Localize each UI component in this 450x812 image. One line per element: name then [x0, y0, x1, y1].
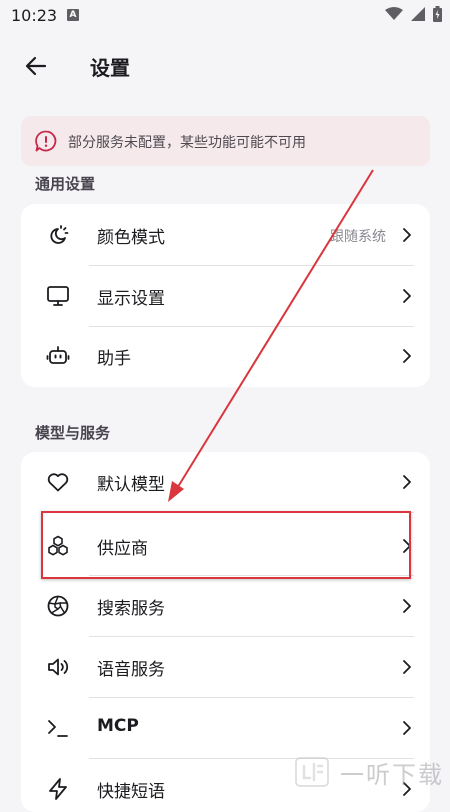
- theme-mode-icon: [50, 225, 69, 244]
- robot-icon: [46, 346, 70, 364]
- search-service-label: 搜索服务: [97, 599, 165, 619]
- chevron-right-icon: [403, 660, 411, 674]
- chevron-right-icon: [403, 289, 411, 303]
- terminal-icon: [48, 720, 68, 737]
- watermark-logo-icon: [295, 757, 329, 787]
- color-mode-value: 跟随系统: [330, 229, 386, 245]
- heart-icon: [47, 473, 69, 492]
- warning-text: 部分服务未配置，某些功能可能不可用: [68, 135, 306, 151]
- quick-phrases-label: 快捷短语: [97, 782, 165, 802]
- mcp-item[interactable]: MCP: [21, 698, 430, 758]
- annotation-highlight-box: [41, 511, 411, 579]
- chevron-right-icon: [403, 475, 411, 489]
- search-service-item[interactable]: 搜索服务: [21, 576, 430, 636]
- general-settings-card: 颜色模式 跟随系统 显示设置 助手: [21, 204, 430, 387]
- default-model-label: 默认模型: [97, 475, 165, 495]
- chevron-right-icon: [403, 228, 411, 242]
- voice-service-label: 语音服务: [97, 660, 165, 680]
- display-settings-label: 显示设置: [97, 289, 165, 309]
- display-settings-item[interactable]: 显示设置: [21, 266, 430, 326]
- mcp-label: MCP: [97, 716, 139, 736]
- arrow-left-icon: [25, 56, 47, 76]
- watermark: 一听下载: [292, 752, 444, 792]
- wifi-icon: [385, 7, 403, 20]
- assistant-label: 助手: [97, 349, 131, 369]
- status-time: 10:23: [11, 6, 58, 25]
- default-model-item[interactable]: 默认模型: [21, 452, 430, 512]
- alert-message-icon: [35, 130, 57, 152]
- section-header-general: 通用设置: [35, 175, 96, 193]
- status-bar: 10:23 A: [0, 0, 450, 32]
- page-title: 设置: [90, 56, 130, 80]
- back-button[interactable]: [16, 46, 56, 86]
- assistant-item[interactable]: 助手: [21, 326, 430, 386]
- lightning-icon: [49, 778, 67, 800]
- monitor-icon: [47, 286, 69, 306]
- warning-banner: 部分服务未配置，某些功能可能不可用: [21, 116, 430, 166]
- chevron-right-icon: [403, 721, 411, 735]
- color-mode-item[interactable]: 颜色模式 跟随系统: [21, 205, 430, 265]
- status-icons: [385, 6, 442, 22]
- chevron-right-icon: [403, 349, 411, 363]
- aperture-icon: [47, 595, 69, 617]
- app-bar: 设置: [0, 32, 450, 100]
- speaker-icon: [48, 658, 69, 676]
- section-header-models: 模型与服务: [35, 424, 111, 442]
- color-mode-label: 颜色模式: [97, 228, 165, 248]
- watermark-text: 一听下载: [340, 760, 444, 789]
- chevron-right-icon: [403, 599, 411, 613]
- signal-icon: [411, 7, 425, 21]
- voice-service-item[interactable]: 语音服务: [21, 637, 430, 697]
- battery-icon: [433, 6, 442, 22]
- notification-a-icon: A: [67, 9, 79, 21]
